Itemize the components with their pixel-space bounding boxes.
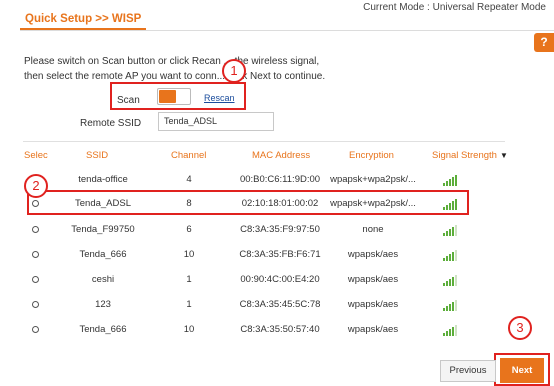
table-row[interactable]: Tenda_666 10 C8:3A:35:FB:F6:71 wpapsk/aes	[23, 243, 505, 267]
signal-strength-icon	[443, 249, 459, 261]
signal-bar	[455, 300, 457, 311]
signal-bar	[449, 329, 451, 336]
signal-bar	[449, 279, 451, 286]
signal-bar	[443, 233, 445, 236]
row-select-radio[interactable]	[32, 251, 39, 258]
table-row[interactable]: Tenda_666 10 C8:3A:35:50:57:40 wpapsk/aes	[23, 318, 505, 342]
remote-ssid-label: Remote SSID	[80, 118, 142, 129]
signal-bar	[443, 258, 445, 261]
table-row[interactable]: tenda-office 4 00:B0:C6:11:9D:00 wpapsk+wpa…	[23, 168, 505, 192]
signal-strength-icon	[443, 299, 459, 311]
column-header-encryption: Encryption	[349, 150, 394, 161]
signal-bar	[455, 175, 457, 186]
signal-bar	[452, 302, 454, 311]
column-header-select: Selec	[24, 150, 48, 161]
signal-bar	[446, 231, 448, 236]
cell-encryption: wpapsk/aes	[347, 249, 399, 260]
top-bar: Quick Setup >> WISP Current Mode : Unive…	[0, 0, 554, 28]
signal-bar	[452, 177, 454, 186]
callout-3: 3	[508, 316, 532, 340]
signal-bar	[449, 304, 451, 311]
signal-strength-icon	[443, 274, 459, 286]
help-icon[interactable]: ?	[534, 33, 554, 52]
scan-highlight-box	[110, 82, 246, 110]
signal-strength-icon	[443, 174, 459, 186]
signal-bar	[455, 250, 457, 261]
previous-button[interactable]: Previous	[440, 360, 496, 382]
signal-header-label: Signal Strength	[432, 150, 497, 161]
signal-bar	[446, 281, 448, 286]
table-row[interactable]: ceshi 1 00:90:4C:00:E4:20 wpapsk/aes	[23, 268, 505, 292]
selected-row-highlight-box	[27, 190, 469, 215]
signal-bar	[443, 308, 445, 311]
signal-bar	[449, 229, 451, 236]
signal-bar	[446, 181, 448, 186]
signal-bar	[452, 252, 454, 261]
row-select-radio[interactable]	[32, 226, 39, 233]
column-header-mac: MAC Address	[252, 150, 311, 161]
signal-strength-icon	[443, 224, 459, 236]
instruction-line-2: then select the remote AP you want to co…	[24, 71, 326, 82]
sort-down-icon[interactable]: ▼	[500, 151, 508, 160]
cell-encryption: wpapsk+wpa2psk/...	[330, 174, 416, 185]
signal-bar	[452, 277, 454, 286]
column-header-signal[interactable]: Signal Strength ▼	[432, 150, 508, 161]
table-top-border	[23, 141, 505, 142]
next-button[interactable]: Next	[500, 358, 544, 383]
row-select-radio[interactable]	[32, 301, 39, 308]
signal-bar	[452, 327, 454, 336]
page-title: Quick Setup >> WISP	[25, 13, 142, 25]
signal-bar	[452, 227, 454, 236]
callout-2: 2	[24, 174, 48, 198]
header-divider	[20, 30, 554, 31]
signal-bar	[455, 225, 457, 236]
column-header-channel: Channel	[171, 150, 207, 161]
signal-bar	[446, 256, 448, 261]
callout-1: 1	[222, 59, 246, 83]
signal-bar	[443, 333, 445, 336]
current-mode-label: Current Mode : Universal Repeater Mode	[363, 2, 546, 13]
signal-bar	[443, 183, 445, 186]
signal-bar	[446, 306, 448, 311]
column-header-ssid: SSID	[86, 150, 109, 161]
cell-encryption: wpapsk/aes	[347, 324, 399, 335]
signal-strength-icon	[443, 324, 459, 336]
instruction-line-1: Please switch on Scan button or click Re…	[24, 56, 320, 67]
remote-ssid-input[interactable]: Tenda_ADSL	[158, 112, 274, 131]
signal-bar	[449, 179, 451, 186]
cell-encryption: wpapsk/aes	[347, 299, 399, 310]
cell-encryption: none	[362, 224, 384, 235]
signal-bar	[443, 283, 445, 286]
table-row[interactable]: 123 1 C8:3A:35:45:5C:78 wpapsk/aes	[23, 293, 505, 317]
signal-bar	[446, 331, 448, 336]
signal-bar	[455, 275, 457, 286]
cell-encryption: wpapsk/aes	[347, 274, 399, 285]
signal-bar	[455, 325, 457, 336]
signal-bar	[449, 254, 451, 261]
row-select-radio[interactable]	[32, 276, 39, 283]
row-select-radio[interactable]	[32, 326, 39, 333]
table-row[interactable]: Tenda_F99750 6 C8:3A:35:F9:97:50 none	[23, 218, 505, 242]
